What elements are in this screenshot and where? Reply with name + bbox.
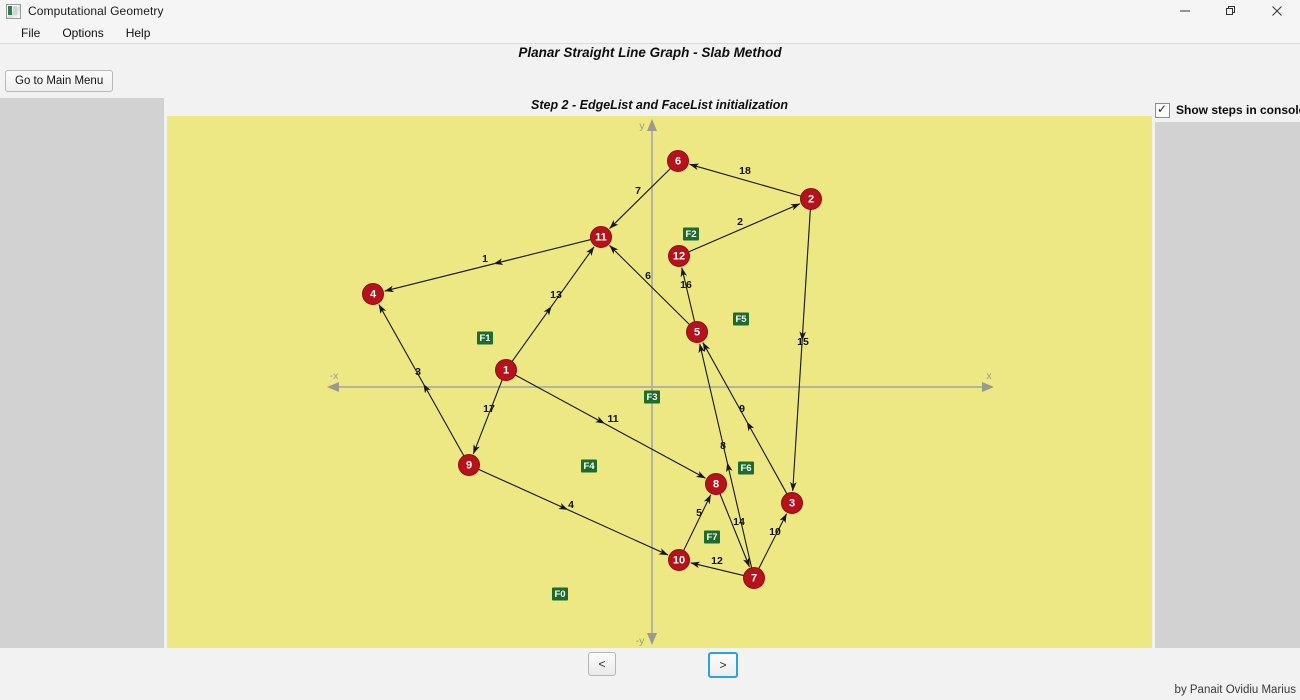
y-axis-negative-label: -y [636, 635, 645, 647]
graph-edge [384, 239, 591, 293]
close-icon[interactable] [1254, 0, 1300, 22]
y-axis-positive-arrow [647, 119, 657, 131]
graph-node-label: 5 [694, 327, 700, 339]
graph-node-label: 9 [466, 460, 472, 472]
graph-edge [719, 493, 751, 568]
face-label-text: F4 [583, 461, 595, 472]
graph-node-label: 1 [503, 365, 509, 377]
edge-label: 6 [645, 270, 651, 282]
go-to-main-menu-button[interactable]: Go to Main Menu [5, 70, 114, 92]
app-icon [6, 3, 21, 19]
edge-label: 16 [680, 279, 692, 291]
menu-item-help[interactable]: Help [115, 24, 162, 42]
edge-label: 13 [550, 289, 562, 301]
graph-node-label: 11 [595, 232, 607, 244]
title-bar: Computational Geometry [0, 0, 1300, 22]
edge-label: 5 [696, 507, 702, 519]
edge-label: 12 [711, 555, 723, 567]
graph-edge [511, 246, 595, 362]
show-steps-checkbox[interactable]: ✓ [1155, 101, 1170, 118]
menu-item-file[interactable]: File [10, 24, 51, 42]
edge-label: 18 [739, 165, 751, 177]
edge-label: 1 [482, 253, 488, 265]
nodes-group: 123456789101112 [362, 150, 822, 589]
edges-group: 123456789101112131415161718 [378, 163, 811, 577]
window-controls [1162, 0, 1300, 22]
edge-label: 15 [797, 336, 809, 348]
menu-bar: File Options Help [0, 22, 1300, 44]
x-axis-negative-arrow [327, 382, 339, 392]
graph-canvas[interactable]: -x x y -y 1 2 3 4 5 6 7 8 9 10 11 12 13 14 15 16 17 18 F0 F1 F… [167, 116, 1152, 648]
graph-node-label: 3 [789, 498, 795, 510]
application-window: Computational Geometry File Options Help… [0, 0, 1300, 700]
minimize-icon[interactable] [1162, 0, 1208, 22]
x-axis-positive-arrow [982, 382, 994, 392]
step-title: Step 2 - EdgeList and FaceList initializ… [531, 98, 788, 112]
graph-edge [688, 203, 801, 253]
window-title: Computational Geometry [28, 4, 164, 18]
edge-label: 9 [739, 403, 745, 415]
graph-node-label: 2 [808, 194, 814, 206]
next-step-button[interactable]: > [708, 652, 738, 678]
graph-edge [609, 167, 671, 229]
graph-edge [790, 209, 811, 492]
y-axis-negative-arrow [647, 633, 657, 645]
graph-edge [680, 267, 696, 322]
edge-label: 10 [769, 526, 781, 538]
graph-edge [378, 304, 465, 457]
face-label-text: F0 [554, 589, 565, 600]
graph-node-label: 6 [675, 156, 681, 168]
graph-node-label: 4 [370, 289, 377, 301]
page-title: Planar Straight Line Graph - Slab Method [518, 45, 782, 60]
restore-icon[interactable] [1208, 0, 1254, 22]
graph-node-label: 8 [713, 479, 719, 491]
x-axis-positive-label: x [986, 370, 992, 382]
face-label-text: F1 [479, 333, 491, 344]
edge-label: 2 [737, 216, 743, 228]
edge-label: 8 [720, 440, 726, 452]
graph-edge [478, 468, 669, 556]
graph-edge [514, 374, 706, 479]
menu-item-options[interactable]: Options [51, 24, 114, 42]
left-panel [0, 98, 164, 648]
graph-node-label: 7 [751, 573, 757, 585]
edge-label: 17 [483, 403, 495, 415]
edge-label: 3 [415, 366, 421, 378]
graph-edge [472, 379, 503, 455]
check-icon: ✓ [1157, 101, 1168, 116]
face-label-text: F2 [685, 229, 696, 240]
edge-label: 14 [733, 516, 745, 528]
footer-credit: by Panait Ovidiu Marius [1174, 684, 1296, 696]
show-steps-checkbox-label: Show steps in console [1176, 103, 1300, 117]
axes-group: -x x y -y [327, 119, 994, 647]
edge-label: 11 [607, 413, 618, 425]
x-axis-negative-label: -x [330, 370, 339, 382]
face-label-text: F7 [706, 532, 717, 543]
planar-graph-svg: -x xy-y 123456789101112131415161718 F0F1F… [327, 119, 994, 647]
edge-label: 4 [568, 499, 574, 511]
graph-edge [758, 513, 788, 569]
face-label-text: F6 [740, 463, 751, 474]
y-axis-positive-label: y [639, 120, 645, 132]
face-label-text: F5 [735, 314, 747, 325]
graph-node-label: 12 [673, 251, 685, 263]
previous-step-button[interactable]: < [588, 652, 616, 676]
face-label-text: F3 [646, 392, 657, 403]
edge-label: 7 [635, 185, 641, 197]
show-steps-checkbox-row[interactable]: ✓ Show steps in console [1155, 100, 1300, 120]
graph-node-label: 10 [673, 555, 685, 567]
right-panel [1155, 122, 1300, 648]
